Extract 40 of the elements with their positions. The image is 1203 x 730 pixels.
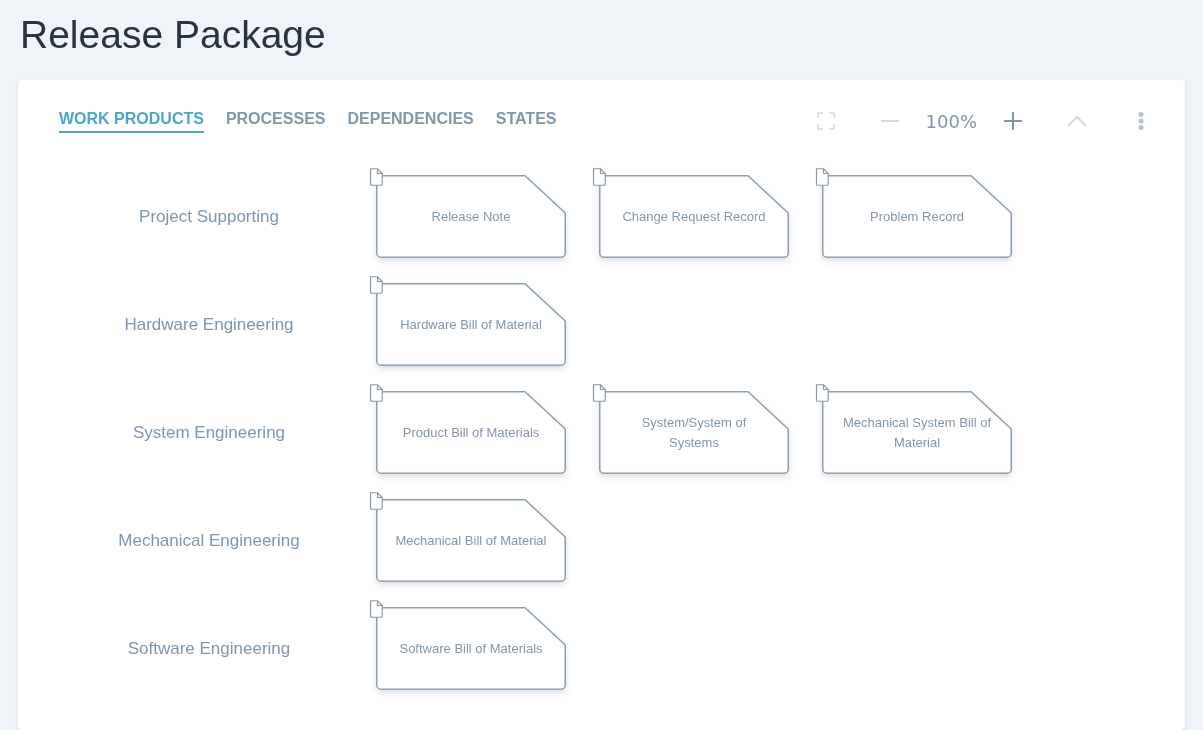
work-product-card[interactable]: Software Bill of Materials (376, 607, 566, 690)
swimlane-label: System Engineering (131, 422, 287, 443)
tab[interactable]: STATES (495, 109, 557, 133)
work-product-card[interactable]: System/System of Systems (599, 391, 789, 474)
work-product-name: Change Request Record (621, 207, 767, 226)
document-icon (592, 168, 606, 186)
work-product-card[interactable]: Release Note (376, 175, 566, 258)
work-product-card[interactable]: Product Bill of Materials (376, 391, 566, 474)
swimlane-label: Mechanical Engineering (117, 530, 301, 551)
work-product-name: Problem Record (869, 207, 965, 226)
zoom-in-icon (1004, 112, 1022, 130)
work-product-name: Mechanical Bill of Material (394, 531, 548, 550)
work-product-card[interactable]: Problem Record (822, 175, 1012, 258)
document-icon (369, 600, 383, 618)
work-product-card[interactable]: Mechanical System Bill of Material (822, 391, 1012, 474)
document-icon (369, 492, 383, 510)
tab[interactable]: DEPENDENCIES (347, 109, 474, 133)
work-product-name: Release Note (430, 207, 512, 226)
swimlane-label: Project Supporting (138, 206, 280, 227)
swimlane-label: Hardware Engineering (123, 314, 295, 335)
work-product-card[interactable]: Change Request Record (599, 175, 789, 258)
work-product-name: Product Bill of Materials (401, 423, 541, 442)
tab[interactable]: WORK PRODUCTS (59, 109, 204, 133)
fullscreen-icon (816, 112, 835, 130)
document-icon (815, 384, 829, 402)
zoom-level: 100% (925, 110, 977, 132)
work-product-card[interactable]: Mechanical Bill of Material (376, 499, 566, 582)
work-product-name: Mechanical System Bill of Material (841, 413, 993, 452)
work-product-name: System/System of Systems (640, 413, 748, 452)
work-product-card[interactable]: Hardware Bill of Material (376, 283, 566, 366)
swimlane-label: Software Engineering (126, 638, 292, 659)
page-title: Release Package (20, 12, 327, 58)
tab[interactable]: PROCESSES (225, 109, 326, 133)
document-icon (369, 276, 383, 294)
document-icon (592, 384, 606, 402)
work-product-name: Hardware Bill of Material (399, 315, 543, 334)
work-product-name: Software Bill of Materials (398, 639, 544, 658)
document-icon (815, 168, 829, 186)
document-icon (369, 384, 383, 402)
document-icon (369, 168, 383, 186)
